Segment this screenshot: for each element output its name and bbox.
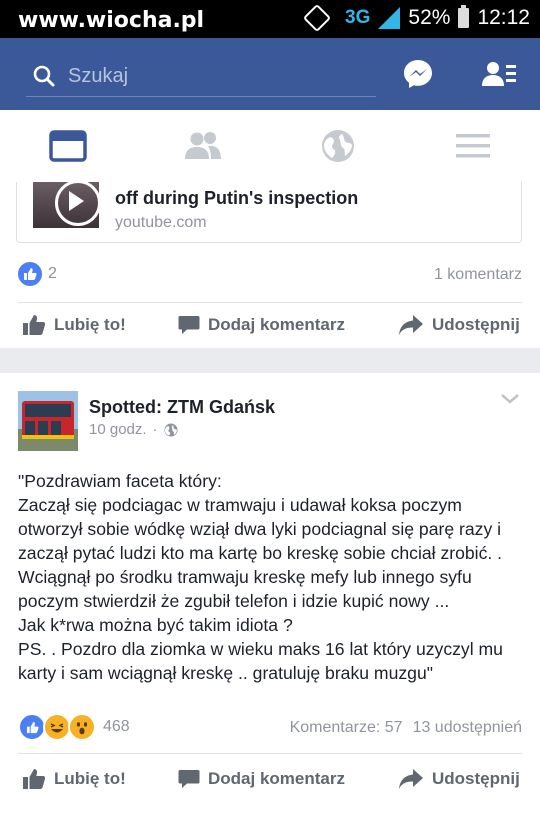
wow-reaction-icon bbox=[68, 713, 96, 741]
share-button[interactable]: Udostępnij bbox=[398, 302, 520, 348]
share-button[interactable]: Udostępnij bbox=[398, 756, 520, 802]
comment-icon bbox=[178, 316, 200, 334]
watermark: www.wiocha.pl bbox=[18, 8, 205, 33]
link-domain: youtube.com bbox=[115, 214, 207, 231]
link-preview[interactable]: off during Putin's inspection youtube.co… bbox=[16, 182, 522, 243]
clock: 12:12 bbox=[477, 6, 530, 29]
tab-menu[interactable] bbox=[405, 110, 540, 182]
share-icon bbox=[399, 315, 423, 335]
public-globe-icon bbox=[164, 423, 178, 436]
play-triangle bbox=[69, 191, 84, 211]
share-label: Udostępnij bbox=[432, 769, 520, 788]
search-bar[interactable] bbox=[26, 56, 376, 97]
comments-count[interactable]: Komentarze: 57 bbox=[290, 719, 403, 737]
friends-icon bbox=[184, 132, 221, 159]
tab-friends[interactable] bbox=[135, 110, 270, 182]
feed-post: off during Putin's inspection youtube.co… bbox=[0, 182, 540, 348]
chevron-down-icon[interactable] bbox=[500, 393, 520, 405]
post-time[interactable]: 10 godz. bbox=[89, 421, 147, 438]
page-avatar[interactable] bbox=[18, 391, 78, 451]
messenger-icon[interactable] bbox=[402, 58, 434, 90]
battery-percent: 52% bbox=[408, 6, 451, 29]
post-actions: Lubię to! Dodaj komentarz Udostępnij bbox=[0, 302, 540, 348]
like-reaction-icon bbox=[18, 262, 42, 286]
shares-count[interactable]: 13 udostępnień bbox=[413, 719, 522, 737]
network-type: 3G bbox=[345, 7, 371, 28]
menu-icon bbox=[455, 134, 490, 158]
search-icon bbox=[33, 65, 55, 87]
like-button[interactable]: Lubię to! bbox=[22, 756, 126, 802]
news-feed-icon bbox=[48, 130, 87, 162]
page-name[interactable]: Spotted: ZTM Gdańsk bbox=[89, 397, 275, 418]
comment-button[interactable]: Dodaj komentarz bbox=[178, 756, 345, 802]
like-label: Lubię to! bbox=[54, 769, 126, 788]
reaction-summary[interactable]: 2 bbox=[18, 260, 57, 288]
divider bbox=[18, 753, 522, 754]
engagement-counts: Komentarze: 57 13 udostępnień bbox=[290, 719, 522, 737]
signal-icon bbox=[378, 7, 401, 29]
reaction-summary[interactable]: 468 bbox=[18, 713, 130, 741]
tab-bar bbox=[0, 110, 540, 183]
post-actions: Lubię to! Dodaj komentarz Udostępnij bbox=[0, 756, 540, 802]
like-label: Lubię to! bbox=[54, 315, 126, 334]
comment-icon bbox=[178, 770, 200, 788]
comment-label: Dodaj komentarz bbox=[208, 315, 345, 334]
meta-separator: · bbox=[152, 421, 158, 438]
reaction-icons bbox=[18, 713, 96, 741]
video-thumbnail[interactable] bbox=[33, 182, 99, 228]
tab-news-feed[interactable] bbox=[0, 110, 135, 182]
friend-requests-icon[interactable] bbox=[482, 60, 516, 88]
feed-post: Spotted: ZTM Gdańsk 10 godz. · "Pozdrawi… bbox=[0, 373, 540, 817]
like-reaction-icon bbox=[18, 713, 46, 741]
reaction-count: 2 bbox=[48, 265, 57, 282]
post-meta: 10 godz. · bbox=[89, 421, 178, 438]
share-icon bbox=[399, 769, 423, 789]
share-label: Udostępnij bbox=[432, 315, 520, 334]
link-title[interactable]: off during Putin's inspection bbox=[115, 188, 358, 209]
comments-count[interactable]: 1 komentarz bbox=[434, 266, 522, 284]
thumbs-up-icon bbox=[23, 315, 46, 335]
post-text: "Pozdrawiam faceta który: Zaczął się pod… bbox=[18, 471, 503, 683]
globe-icon bbox=[321, 130, 354, 162]
comment-label: Dodaj komentarz bbox=[208, 769, 345, 788]
thumbs-up-icon bbox=[23, 769, 46, 789]
search-input[interactable] bbox=[66, 62, 370, 90]
haha-reaction-icon bbox=[43, 713, 71, 741]
status-indicators: 3G 52% 12:12 bbox=[302, 3, 530, 33]
battery-icon bbox=[458, 5, 470, 28]
reaction-count: 468 bbox=[103, 718, 130, 735]
app-header bbox=[0, 38, 540, 110]
status-bar: www.wiocha.pl 3G 52% 12:12 bbox=[0, 0, 540, 38]
rotation-icon bbox=[302, 3, 332, 33]
tab-notifications[interactable] bbox=[270, 110, 405, 182]
like-button[interactable]: Lubię to! bbox=[22, 302, 126, 348]
comment-button[interactable]: Dodaj komentarz bbox=[178, 302, 345, 348]
